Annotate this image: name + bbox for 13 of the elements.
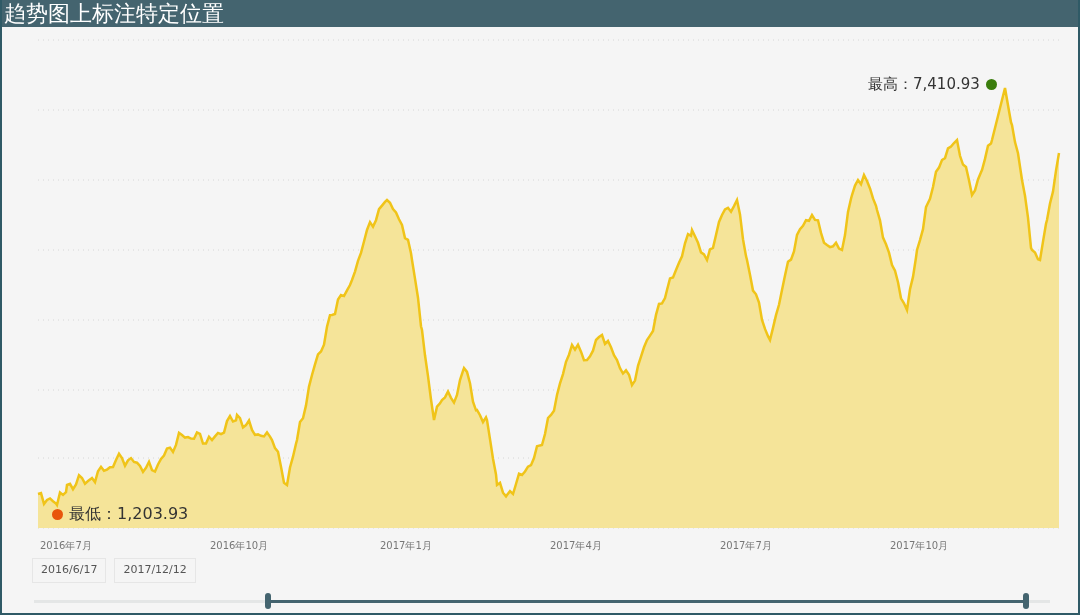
axis-label: 2017年7月 [720, 540, 772, 551]
page-title: 趋势图上标注特定位置 [3, 2, 224, 25]
high-value-label: 最高：7,410.93 [868, 74, 980, 95]
axis-label: 2017年1月 [380, 540, 432, 551]
axis-label: 2016年7月 [40, 540, 92, 551]
slider-handle[interactable] [264, 592, 271, 609]
axis-label: 2017年10月 [890, 540, 949, 551]
start-date-field[interactable]: 2016/6/17 [32, 558, 107, 583]
slider-handle[interactable] [1022, 592, 1029, 609]
end-date-field[interactable]: 2017/12/12 [114, 558, 196, 583]
axis-label: 2016年10月 [210, 540, 269, 551]
axis-label: 2017年4月 [550, 540, 602, 551]
low-value-label: 最低：1,203.93 [69, 503, 189, 525]
